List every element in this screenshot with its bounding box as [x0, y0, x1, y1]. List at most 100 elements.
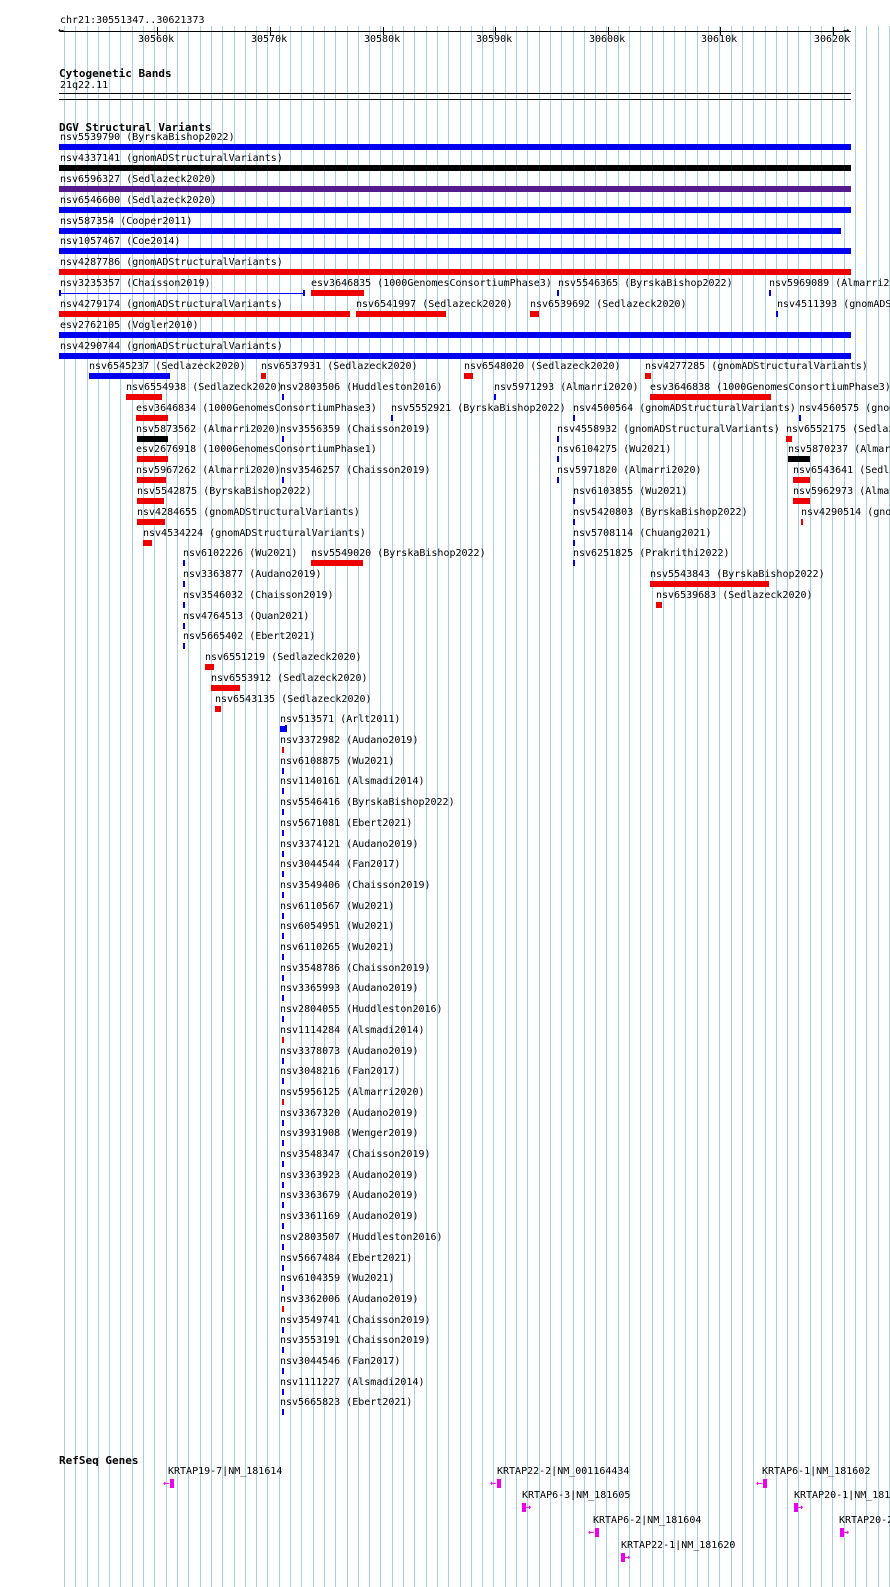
variant-bar[interactable] — [143, 540, 152, 546]
variant-label[interactable]: nsv1057467 (Coe2014) — [60, 236, 180, 248]
variant-label[interactable]: nsv6541997 (Sedlazeck2020) — [356, 299, 513, 311]
variant-bar[interactable] — [183, 602, 185, 608]
variant-bar[interactable] — [215, 706, 221, 712]
variant-bar[interactable] — [137, 456, 168, 462]
variant-bar[interactable] — [793, 498, 810, 504]
variant-label[interactable]: nsv6546600 (Sedlazeck2020) — [60, 195, 217, 207]
variant-label[interactable]: nsv4277285 (gnomADStructuralVariants) — [645, 361, 868, 373]
variant-label[interactable]: nsv5873562 (Almarri2020) — [136, 424, 281, 436]
variant-label[interactable]: nsv6543135 (Sedlazeck2020) — [215, 694, 372, 706]
variant-bar[interactable] — [282, 871, 284, 877]
variant-label[interactable]: nsv6553912 (Sedlazeck2020) — [211, 673, 368, 685]
variant-label[interactable]: nsv3367320 (Audano2019) — [280, 1108, 418, 1120]
variant-label[interactable]: nsv3549406 (Chaisson2019) — [280, 880, 431, 892]
variant-label[interactable]: nsv587354 (Cooper2011) — [60, 216, 192, 228]
variant-bar[interactable] — [59, 207, 851, 213]
variant-label[interactable]: nsv4290514 (gnomADStructuralVariants) — [801, 507, 890, 519]
variant-bar[interactable] — [282, 995, 284, 1001]
variant-bar[interactable] — [557, 436, 559, 442]
variant-label[interactable]: nsv6104359 (Wu2021) — [280, 1273, 394, 1285]
variant-bar[interactable] — [311, 560, 363, 566]
variant-label[interactable]: nsv5543843 (ByrskaBishop2022) — [650, 569, 825, 581]
variant-bar[interactable] — [183, 643, 185, 649]
variant-label[interactable]: nsv6554938 (Sedlazeck2020) — [126, 382, 283, 394]
variant-label[interactable]: nsv5962973 (Almarri2020) — [793, 486, 890, 498]
variant-label[interactable]: nsv3048216 (Fan2017) — [280, 1066, 400, 1078]
variant-label[interactable]: esv3646838 (1000GenomesConsortiumPhase3) — [650, 382, 890, 394]
variant-bar[interactable] — [282, 1409, 284, 1415]
variant-bar[interactable] — [282, 1265, 284, 1271]
variant-bar[interactable] — [59, 186, 851, 192]
variant-bar[interactable] — [573, 560, 575, 566]
variant-label[interactable]: nsv1140161 (Alsmadi2014) — [280, 776, 425, 788]
variant-bar[interactable] — [59, 311, 350, 317]
variant-label[interactable]: nsv3363923 (Audano2019) — [280, 1170, 418, 1182]
variant-bar[interactable] — [282, 1327, 284, 1333]
gene-label[interactable]: KRTAP22-2|NM_001164434 — [497, 1466, 629, 1478]
variant-label[interactable]: esv3646834 (1000GenomesConsortiumPhase3) — [136, 403, 377, 415]
variant-label[interactable]: nsv4337141 (gnomADStructuralVariants) — [60, 153, 283, 165]
variant-label[interactable]: nsv5971293 (Almarri2020) — [494, 382, 639, 394]
variant-label[interactable]: nsv3372982 (Audano2019) — [280, 735, 418, 747]
variant-bar[interactable] — [282, 933, 284, 939]
variant-bar[interactable] — [656, 602, 662, 608]
variant-bar[interactable] — [205, 664, 214, 670]
variant-bar[interactable] — [59, 269, 851, 275]
variant-label[interactable]: nsv3548347 (Chaisson2019) — [280, 1149, 431, 1161]
variant-label[interactable]: nsv2803507 (Huddleston2016) — [280, 1232, 443, 1244]
variant-bar[interactable] — [137, 436, 168, 442]
variant-bar[interactable] — [645, 373, 651, 379]
gene-label[interactable]: KRTAP19-7|NM_181614 — [168, 1466, 282, 1478]
gene-label[interactable]: KRTAP20-2|NM_181616 — [839, 1515, 890, 1527]
variant-bar[interactable] — [573, 540, 575, 546]
variant-bar[interactable] — [769, 290, 771, 296]
variant-label[interactable]: nsv6543641 (Sedlazeck2020) — [793, 465, 890, 477]
variant-bar[interactable] — [282, 1037, 284, 1043]
gene-exon[interactable] — [763, 1479, 767, 1488]
variant-label[interactable]: nsv2804055 (Huddleston2016) — [280, 1004, 443, 1016]
variant-bar[interactable] — [282, 1347, 284, 1353]
variant-label[interactable]: nsv513571 (Arlt2011) — [280, 714, 400, 726]
variant-label[interactable]: nsv3365993 (Audano2019) — [280, 983, 418, 995]
variant-bar[interactable] — [211, 685, 240, 691]
variant-bar[interactable] — [282, 830, 284, 836]
variant-label[interactable]: nsv4279174 (gnomADStructuralVariants) — [60, 299, 283, 311]
variant-bar[interactable] — [356, 311, 446, 317]
variant-label[interactable]: nsv3556359 (Chaisson2019) — [280, 424, 431, 436]
variant-bar[interactable] — [282, 913, 284, 919]
gene-label[interactable]: KRTAP6-2|NM_181604 — [593, 1515, 701, 1527]
variant-label[interactable]: nsv5539790 (ByrskaBishop2022) — [60, 132, 235, 144]
variant-label[interactable]: nsv3361169 (Audano2019) — [280, 1211, 418, 1223]
variant-label[interactable]: nsv5420803 (ByrskaBishop2022) — [573, 507, 748, 519]
variant-label[interactable]: nsv5971820 (Almarri2020) — [557, 465, 702, 477]
variant-bar[interactable] — [261, 373, 266, 379]
variant-label[interactable]: nsv1111227 (Alsmadi2014) — [280, 1377, 425, 1389]
variant-bar[interactable] — [282, 477, 284, 483]
variant-bar[interactable] — [282, 1306, 284, 1312]
variant-label[interactable]: nsv5956125 (Almarri2020) — [280, 1087, 425, 1099]
variant-label[interactable]: nsv6054951 (Wu2021) — [280, 921, 394, 933]
variant-label[interactable]: nsv5708114 (Chuang2021) — [573, 528, 711, 540]
variant-label[interactable]: esv3646835 (1000GenomesConsortiumPhase3) — [311, 278, 552, 290]
variant-label[interactable]: nsv3548786 (Chaisson2019) — [280, 963, 431, 975]
variant-label[interactable]: nsv5665402 (Ebert2021) — [183, 631, 315, 643]
variant-label[interactable]: nsv5969089 (Almarri2020) — [769, 278, 890, 290]
variant-label[interactable]: nsv4284655 (gnomADStructuralVariants) — [137, 507, 360, 519]
variant-label[interactable]: nsv6108875 (Wu2021) — [280, 756, 394, 768]
gene-label[interactable]: KRTAP6-3|NM_181605 — [522, 1490, 630, 1502]
variant-bar[interactable] — [126, 394, 162, 400]
variant-label[interactable]: nsv4287786 (gnomADStructuralVariants) — [60, 257, 283, 269]
variant-bar[interactable] — [282, 1244, 284, 1250]
variant-bar[interactable] — [786, 436, 792, 442]
variant-bar[interactable] — [282, 1182, 284, 1188]
variant-bar[interactable] — [557, 477, 559, 483]
variant-label[interactable]: nsv6551219 (Sedlazeck2020) — [205, 652, 362, 664]
variant-label[interactable]: esv2676918 (1000GenomesConsortiumPhase1) — [136, 444, 377, 456]
variant-bar[interactable] — [137, 519, 165, 525]
variant-bar[interactable] — [136, 415, 168, 421]
variant-label[interactable]: nsv6548020 (Sedlazeck2020) — [464, 361, 621, 373]
variant-label[interactable]: nsv3931908 (Wenger2019) — [280, 1128, 418, 1140]
variant-bar[interactable] — [59, 353, 851, 359]
variant-label[interactable]: nsv2803506 (Huddleston2016) — [280, 382, 443, 394]
variant-label[interactable]: esv2762105 (Vogler2010) — [60, 320, 198, 332]
